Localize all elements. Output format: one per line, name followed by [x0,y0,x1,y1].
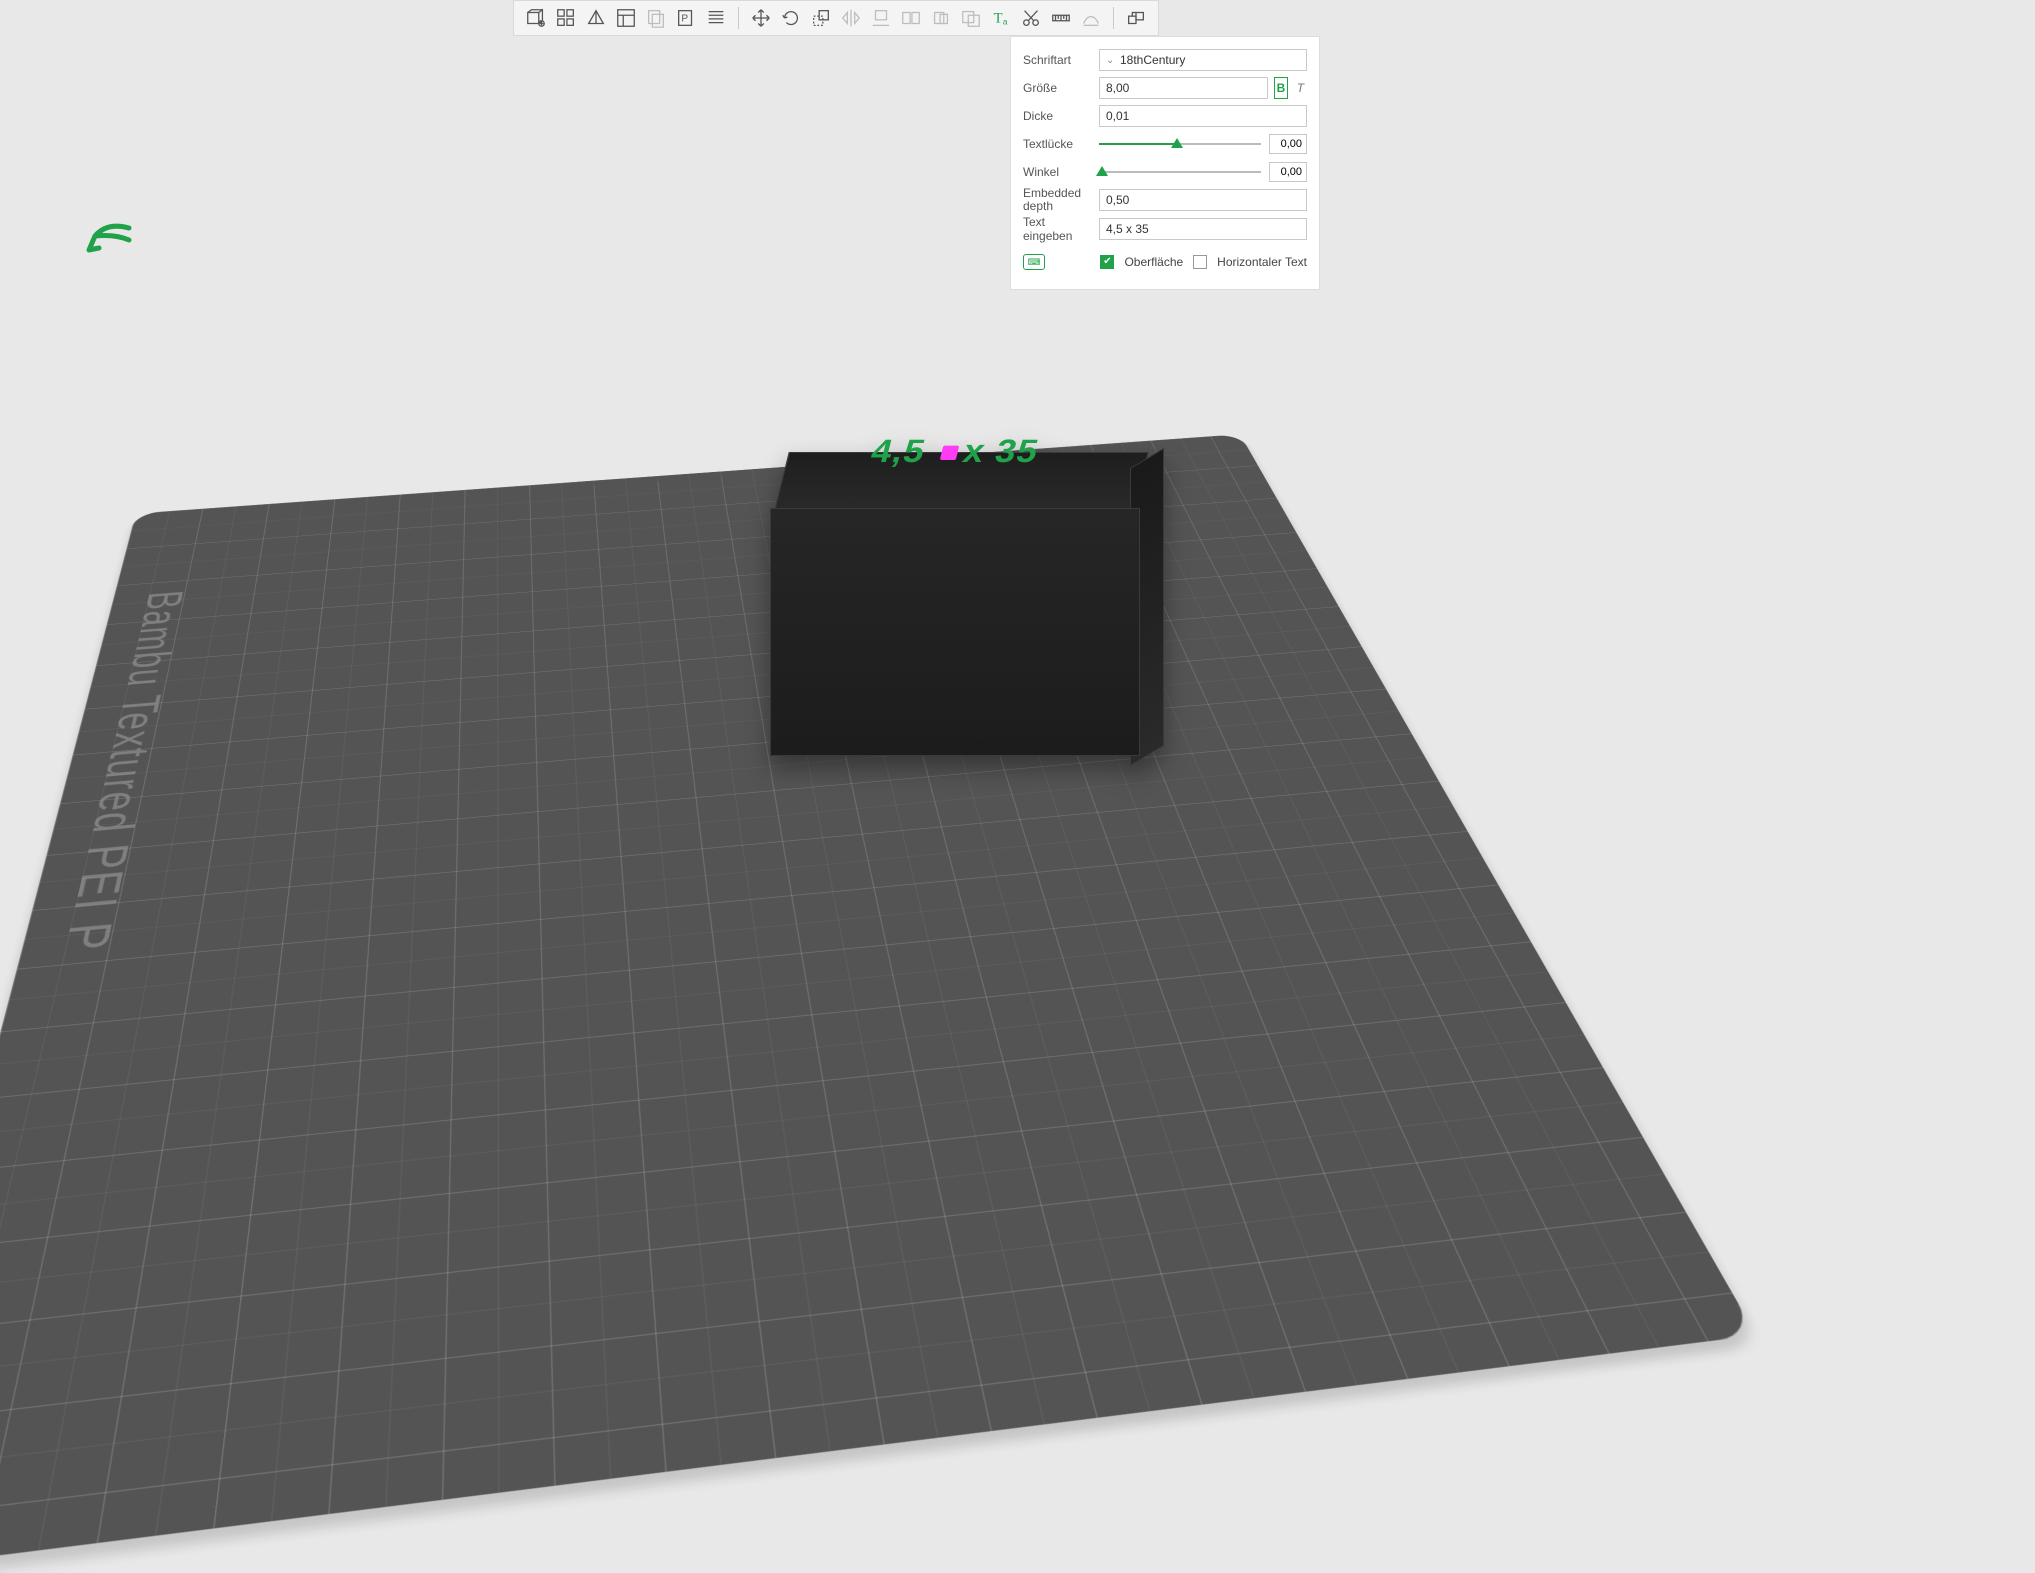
thickness-label: Dicke [1023,109,1093,123]
model-text-left: 4,5 [868,432,930,469]
scale-button[interactable] [807,4,835,32]
svg-text:P: P [681,14,688,25]
model-text-sep: x [960,432,990,469]
svg-text:T: T [994,11,1003,27]
font-label: Schriftart [1023,53,1093,67]
text-properties-panel: Schriftart ⌄ 18thCentury Größe B T Dicke… [1010,36,1320,290]
angle-label: Winkel [1023,165,1093,179]
keyboard-icon[interactable]: ⌨ [1023,254,1045,270]
angle-slider[interactable] [1099,161,1263,183]
size-label: Größe [1023,81,1093,95]
add-primitive-button[interactable] [522,4,550,32]
merge-button[interactable] [927,4,955,32]
text-input[interactable] [1099,218,1307,240]
font-select[interactable]: ⌄ 18thCentury [1099,49,1307,71]
boolean-button[interactable] [957,4,985,32]
surface-checkbox[interactable] [1100,255,1114,269]
gap-slider[interactable] [1099,133,1263,155]
bold-button[interactable]: B [1274,77,1288,99]
horizontal-label: Horizontaler Text [1217,255,1307,269]
clone-button[interactable] [642,4,670,32]
layout-button[interactable] [612,4,640,32]
model-text[interactable]: 4,5 x 35 [867,432,1043,470]
gap-label: Textlücke [1023,137,1093,151]
svg-text:a: a [1003,17,1008,26]
mirror-button[interactable] [837,4,865,32]
font-select-value: 18thCentury [1120,53,1185,67]
size-input[interactable] [1099,77,1268,99]
text-input-label: Text eingeben [1023,215,1093,243]
model-object[interactable]: 4,5 x 35 [760,440,1180,770]
cut-tool-button[interactable] [1017,4,1045,32]
separator [738,7,739,29]
embedded-input[interactable] [1099,189,1307,211]
surface-label: Oberfläche [1124,255,1183,269]
main-toolbar: P Ta [513,0,1159,36]
move-button[interactable] [747,4,775,32]
text-tool-button[interactable]: Ta [987,4,1015,32]
chevron-down-icon: ⌄ [1106,55,1114,66]
embedded-label: Embedded depth [1023,187,1093,213]
flatten-button[interactable] [867,4,895,32]
horizontal-checkbox[interactable] [1193,255,1207,269]
model-front-face [770,508,1140,756]
thickness-input[interactable] [1099,105,1307,127]
text-cursor [940,446,960,460]
variable-height-button[interactable] [702,4,730,32]
plate-label: Bambu Textured PEI P [0,589,196,1204]
add-part-button[interactable]: P [672,4,700,32]
slider-thumb-icon[interactable] [1096,166,1108,176]
gap-value-input[interactable] [1269,134,1307,154]
orient-button[interactable] [582,4,610,32]
measure-button[interactable] [1047,4,1075,32]
undo-back-icon[interactable] [85,218,135,264]
angle-value-input[interactable] [1269,162,1307,182]
arrange-button[interactable] [552,4,580,32]
separator [1113,7,1114,29]
italic-button[interactable]: T [1294,77,1307,99]
support-button[interactable] [1077,4,1105,32]
viewport-3d[interactable]: Bambu Textured PEI P 4,5 x 35 P [0,0,2035,1253]
rotate-button[interactable] [777,4,805,32]
split-button[interactable] [897,4,925,32]
assembly-button[interactable] [1122,4,1150,32]
slider-thumb-icon[interactable] [1171,138,1183,148]
